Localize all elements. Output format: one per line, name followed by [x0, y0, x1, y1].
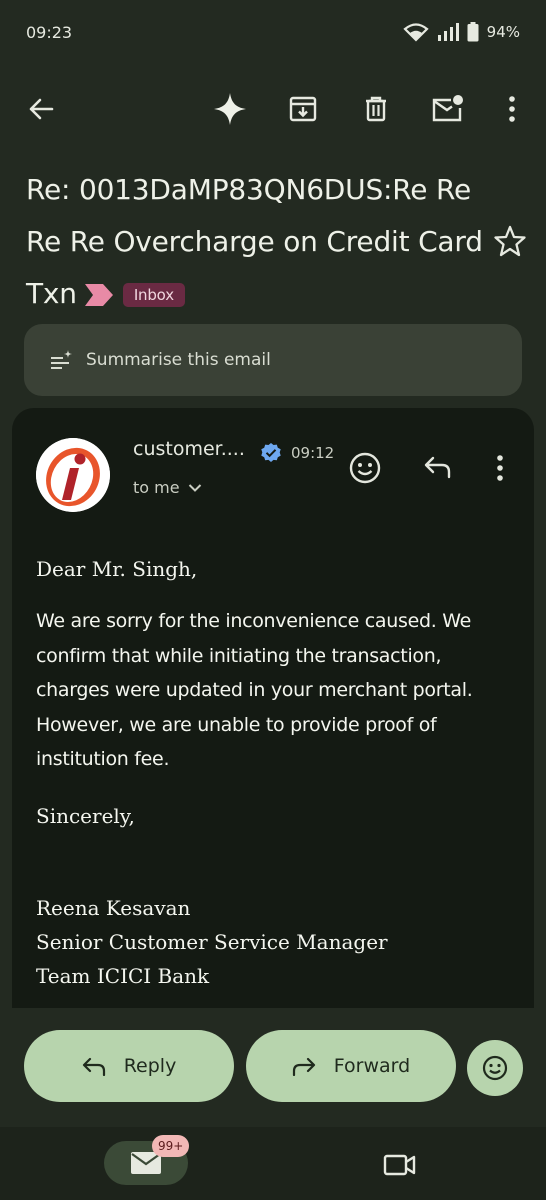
bottom-nav: 99+: [0, 1127, 546, 1200]
summarise-icon: [51, 350, 72, 369]
mark-unread-icon[interactable]: [431, 92, 465, 126]
verified-badge-icon: [261, 443, 281, 462]
emoji-reaction-icon[interactable]: [347, 450, 383, 486]
more-vert-icon[interactable]: [495, 92, 529, 126]
status-time: 09:23: [26, 22, 73, 42]
signature-name: Reena Kesavan: [36, 895, 191, 920]
unread-count-badge: 99+: [152, 1135, 190, 1157]
back-arrow-icon[interactable]: [24, 92, 58, 126]
reply-button[interactable]: Reply: [24, 1030, 234, 1102]
forward-button[interactable]: Forward: [246, 1030, 456, 1102]
forward-arrow-icon: [292, 1057, 315, 1076]
email-body: Dear Mr. Singh, We are sorry for the inc…: [36, 552, 506, 993]
battery-level: 94%: [486, 23, 520, 41]
reply-label: Reply: [123, 1055, 177, 1077]
email-message-card: customer.... 09:12 to me Dear Mr. Singh,…: [12, 408, 534, 1008]
sender-name[interactable]: customer....: [133, 438, 245, 460]
message-time: 09:12: [291, 444, 335, 462]
body-paragraph: We are sorry for the inconvenience cause…: [36, 610, 473, 770]
recipients-toggle[interactable]: to me: [133, 478, 202, 497]
bottom-actions: Reply Forward: [0, 1030, 546, 1102]
signature-title: Senior Customer Service Manager: [36, 929, 388, 954]
summarise-email-button[interactable]: Summarise this email: [24, 324, 522, 396]
closing: Sincerely,: [36, 803, 135, 828]
bank-logo-icon: [36, 438, 110, 512]
sparkle-icon[interactable]: [213, 92, 247, 126]
star-icon[interactable]: [493, 224, 527, 258]
reply-icon[interactable]: [420, 450, 456, 486]
importance-marker-icon[interactable]: [84, 284, 113, 306]
meet-video-icon[interactable]: [381, 1147, 417, 1183]
signal-icon: [437, 23, 459, 41]
archive-icon[interactable]: [286, 92, 320, 126]
wifi-icon: [403, 23, 429, 42]
toolbar: [0, 78, 546, 140]
smile-icon: [482, 1055, 508, 1081]
delete-icon[interactable]: [359, 92, 393, 126]
greeting: Dear Mr. Singh,: [36, 557, 198, 581]
status-icons: 94%: [403, 22, 520, 42]
email-subject: Re: 0013DaMP83QN6DUS:Re Re Re Re Overcha…: [26, 164, 496, 320]
inbox-label[interactable]: Inbox: [122, 283, 185, 307]
summarise-label: Summarise this email: [86, 350, 271, 370]
status-bar: 09:23 94%: [0, 0, 546, 64]
forward-label: Forward: [333, 1055, 411, 1077]
sender-avatar[interactable]: [36, 438, 110, 512]
message-more-icon[interactable]: [482, 450, 518, 486]
recipients-label: to me: [133, 478, 180, 497]
chevron-down-icon: [188, 483, 201, 492]
signature-team: Team ICICI Bank: [36, 963, 210, 988]
reply-arrow-icon: [82, 1057, 105, 1076]
emoji-react-button[interactable]: [467, 1040, 523, 1096]
battery-icon: [467, 22, 479, 42]
